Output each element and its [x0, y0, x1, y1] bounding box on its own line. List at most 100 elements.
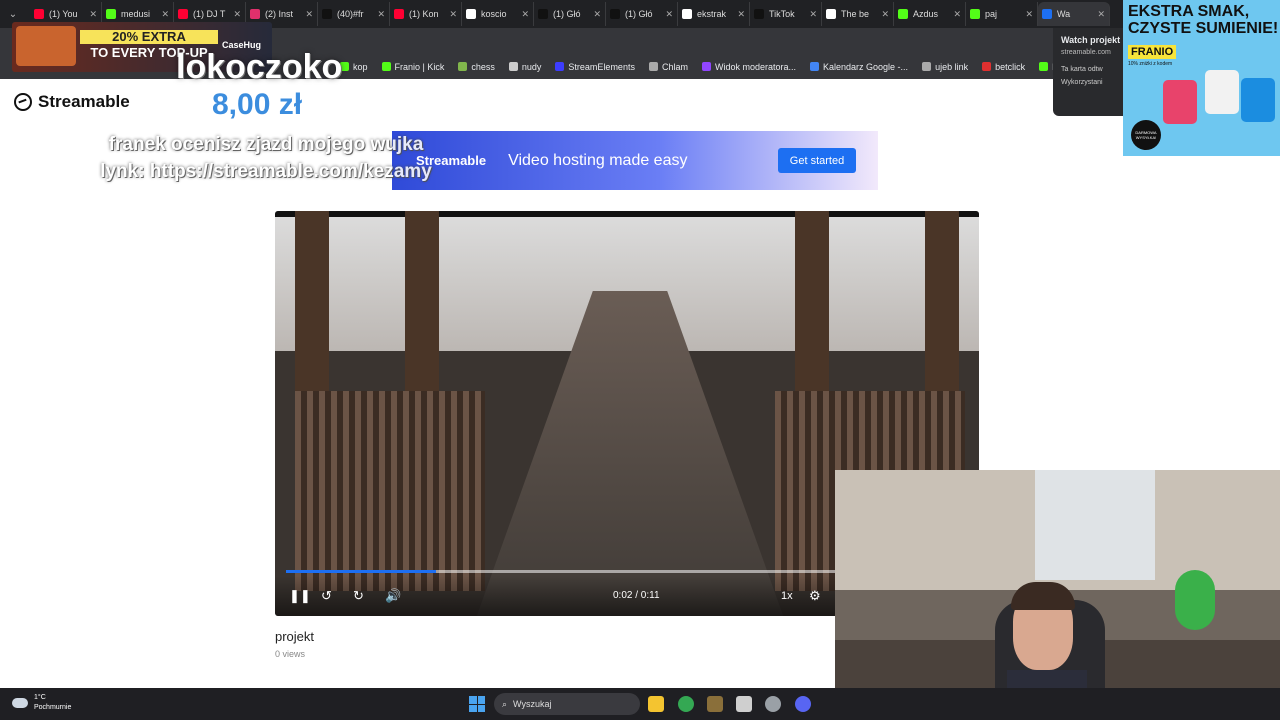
close-icon[interactable]: ✕ [449, 9, 457, 20]
bookmark-item[interactable]: Widok moderatora... [701, 61, 796, 72]
bookmark-label: Widok moderatora... [714, 61, 796, 72]
bookmark-label: Chlam [661, 61, 688, 72]
speed-button[interactable]: 1x [781, 590, 793, 602]
ad-headline: EKSTRA SMAK, CZYSTE SUMIENIE! [1128, 3, 1279, 37]
tab-title: (1) You [49, 9, 78, 19]
taskbar: 1°C Pochmurnie ⌕ Wyszukaj [0, 688, 1280, 720]
bookmark-label: ujeb link [935, 61, 969, 72]
close-icon[interactable]: ✕ [89, 9, 97, 20]
tab-search-icon[interactable]: ⌄ [4, 5, 22, 23]
app-icon[interactable] [707, 696, 723, 712]
bookmark-favicon-icon [381, 62, 391, 71]
close-icon[interactable]: ✕ [377, 9, 385, 20]
hover-card-item: Ta karta odtw [1061, 66, 1103, 73]
browser-tab[interactable]: (1) Głó ✕ [534, 2, 606, 26]
tab-favicon-icon [538, 9, 548, 19]
bookmark-item[interactable]: nudy [508, 62, 541, 72]
forward-icon[interactable]: ↻ [353, 588, 364, 604]
tab-favicon-icon [826, 9, 836, 19]
tab-title: koscio [481, 9, 507, 19]
browser-tab[interactable]: (1) Kon ✕ [390, 2, 462, 26]
progress-fill [286, 570, 437, 573]
pause-icon[interactable]: ❚❚ [289, 588, 311, 604]
chrome-icon[interactable] [678, 696, 694, 712]
taskbar-search[interactable]: ⌕ Wyszukaj [494, 693, 640, 715]
tab-favicon-icon [1042, 9, 1052, 19]
close-icon[interactable]: ✕ [1025, 9, 1033, 20]
shipping-badge: DARMOWA WYSYŁKA! [1131, 120, 1161, 150]
browser-tab[interactable]: Wa ✕ [1038, 2, 1110, 26]
tab-favicon-icon [610, 9, 620, 19]
tab-favicon-icon [34, 9, 44, 19]
settings-gear-icon[interactable]: ⚙ [809, 588, 821, 604]
tab-title: paj [985, 9, 998, 19]
webcam-window [1035, 470, 1155, 580]
close-icon[interactable]: ✕ [809, 9, 817, 20]
bookmark-label: kop [353, 61, 368, 72]
close-icon[interactable]: ✕ [305, 9, 313, 20]
close-icon[interactable]: ✕ [161, 9, 169, 20]
product-jar [1241, 78, 1275, 122]
tab-favicon-icon [682, 9, 692, 19]
logo-text: Streamable [38, 92, 130, 111]
bookmark-favicon-icon [810, 62, 819, 71]
bookmark-label: StreamElements [568, 61, 635, 72]
bookmark-label: betclick [995, 61, 1026, 72]
bookmark-item[interactable]: Kalendarz Google -... [810, 62, 908, 72]
video-frame-railing [295, 391, 485, 591]
promo-banner[interactable]: Streamable Video hosting made easy Get s… [392, 131, 878, 190]
get-started-button[interactable]: Get started [778, 148, 856, 173]
bookmark-label: Kalendarz Google -... [823, 61, 909, 72]
discord-icon[interactable] [795, 696, 811, 712]
bookmark-item[interactable]: ujeb link [922, 62, 968, 72]
bookmark-item[interactable]: kop [340, 62, 368, 72]
browser-tab[interactable]: koscio ✕ [462, 2, 534, 26]
bookmark-item[interactable]: StreamElements [555, 62, 635, 72]
browser-tab[interactable]: (1) Głó ✕ [606, 2, 678, 26]
bookmark-favicon-icon [508, 62, 518, 71]
cloud-icon [12, 698, 28, 708]
webcam-plant [1175, 570, 1215, 630]
close-icon[interactable]: ✕ [953, 9, 961, 20]
close-icon[interactable]: ✕ [593, 9, 601, 20]
streamable-logo[interactable]: Streamable [14, 92, 130, 112]
bookmark-favicon-icon [648, 62, 658, 71]
browser-tab[interactable]: paj ✕ [966, 2, 1038, 26]
app-icon[interactable] [736, 696, 752, 712]
bookmark-favicon-icon [922, 62, 932, 71]
close-icon[interactable]: ✕ [233, 9, 241, 20]
browser-tab[interactable]: ekstrak ✕ [678, 2, 750, 26]
volume-icon[interactable]: 🔊 [385, 588, 401, 604]
browser-tab[interactable]: The be ✕ [822, 2, 894, 26]
tab-title: medusi [121, 9, 151, 19]
tab-title: (1) Głó [553, 9, 581, 19]
ad-promo-line1: 20% EXTRA [80, 30, 218, 44]
rewind-icon[interactable]: ↺ [321, 588, 332, 604]
webcam-feed [835, 470, 1280, 720]
close-icon[interactable]: ✕ [521, 9, 529, 20]
bookmark-label: Franio | Kick [394, 61, 445, 72]
settings-icon[interactable] [765, 696, 781, 712]
bookmark-item[interactable]: Chlam [648, 61, 688, 72]
tab-favicon-icon [322, 9, 332, 19]
bookmark-item[interactable]: chess [458, 62, 495, 72]
video-title: projekt [275, 629, 315, 644]
weather-desc: Pochmurnie [34, 704, 72, 711]
file-explorer-icon[interactable] [648, 696, 664, 712]
time-display: 0:02 / 0:11 [613, 590, 660, 601]
close-icon[interactable]: ✕ [881, 9, 889, 20]
tab-title: (1) Kon [409, 9, 439, 19]
franio-ad: EKSTRA SMAK, CZYSTE SUMIENIE! FRANIO 10%… [1123, 0, 1280, 156]
browser-tab[interactable]: Azdus ✕ [894, 2, 966, 26]
close-icon[interactable]: ✕ [665, 9, 673, 20]
close-icon[interactable]: ✕ [1097, 9, 1105, 20]
windows-start-icon[interactable] [469, 696, 485, 712]
tab-title: The be [841, 9, 870, 19]
browser-tab[interactable]: (40)#fr ✕ [318, 2, 390, 26]
browser-tab[interactable]: TikTok ✕ [750, 2, 822, 26]
bookmark-item[interactable]: betclick [982, 62, 1025, 72]
tab-title: (1) DJ T [193, 9, 226, 19]
bookmark-item[interactable]: Franio | Kick [381, 61, 445, 72]
close-icon[interactable]: ✕ [737, 9, 745, 20]
weather-widget[interactable]: 1°C Pochmurnie [12, 693, 71, 713]
